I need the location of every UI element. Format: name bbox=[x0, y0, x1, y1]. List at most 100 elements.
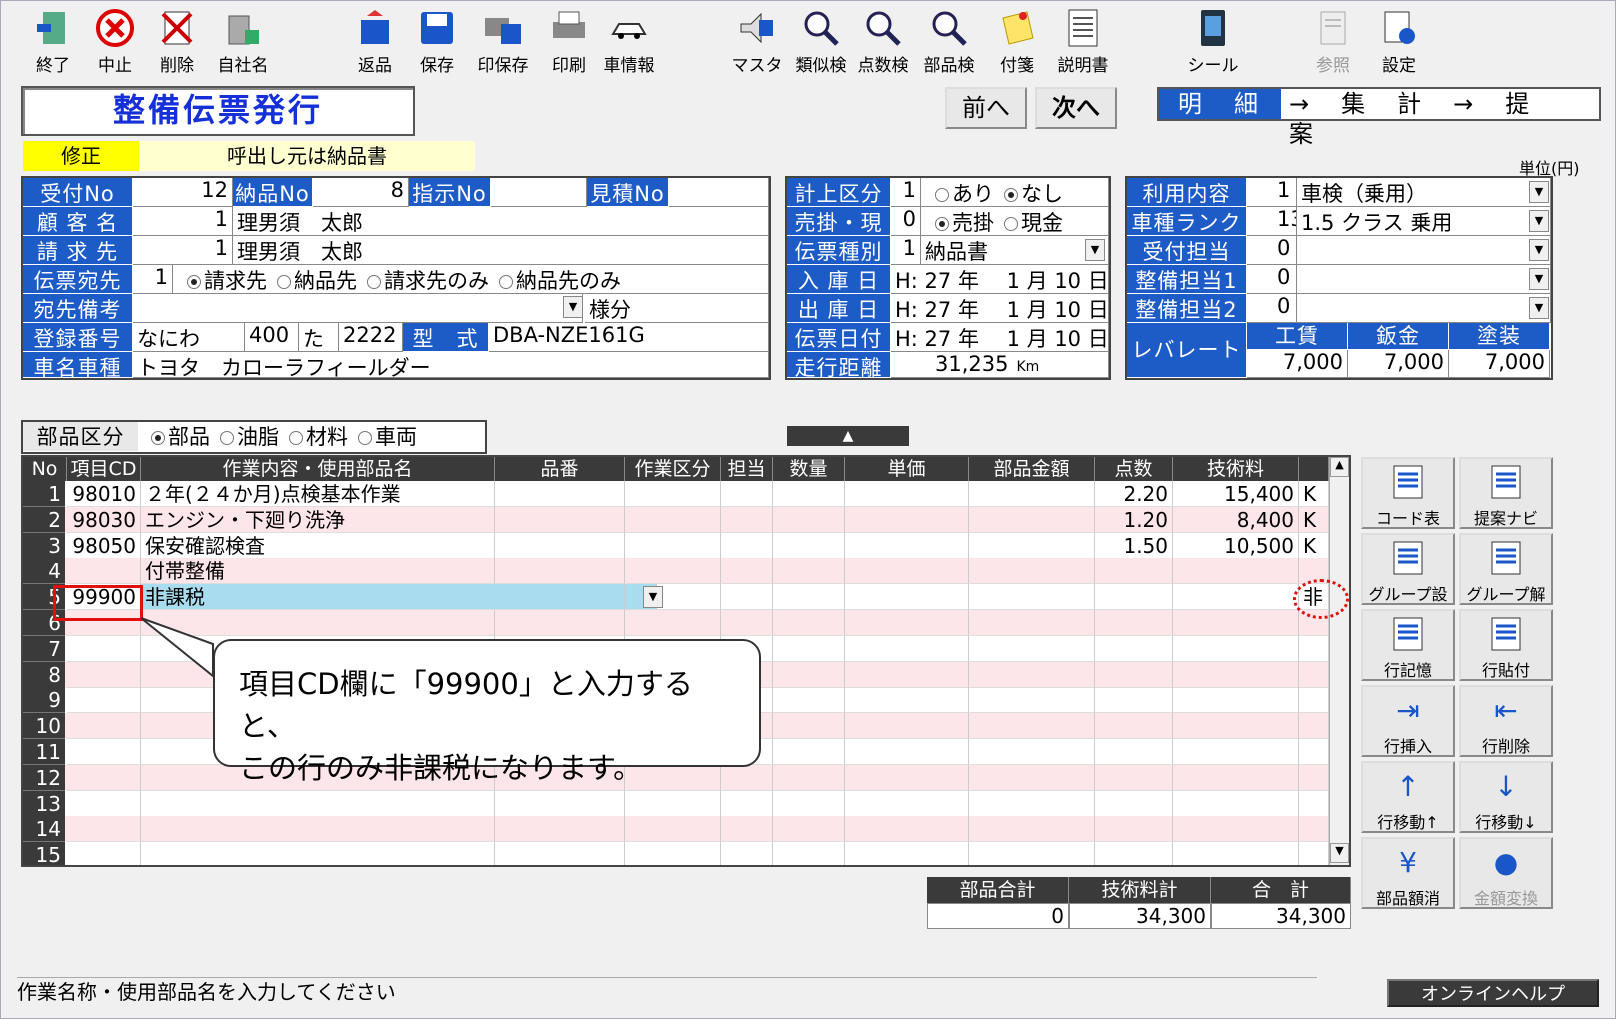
katashiki-field[interactable]: DBA-NZE161G bbox=[489, 323, 769, 352]
nyuko-field[interactable]: H: 27 年 1 月 10 日 bbox=[891, 265, 1109, 294]
cell-empty[interactable] bbox=[773, 558, 845, 585]
seibi2-select[interactable] bbox=[1297, 294, 1551, 323]
cell-cd[interactable] bbox=[67, 739, 141, 765]
cell-cd[interactable] bbox=[67, 790, 141, 817]
cell-empty[interactable] bbox=[495, 842, 625, 865]
shukko-field[interactable]: H: 27 年 1 月 10 日 bbox=[891, 294, 1109, 323]
atesaki-option-1[interactable]: 納品先 bbox=[267, 269, 357, 293]
cell-empty[interactable] bbox=[845, 610, 969, 636]
seikyu-name-field[interactable]: 理男須 太郎 bbox=[233, 236, 769, 265]
cell-empty[interactable] bbox=[773, 739, 845, 765]
cell-empty[interactable] bbox=[495, 584, 625, 611]
shubetsu-field[interactable]: 納品書 bbox=[921, 236, 1109, 265]
parts-option-2[interactable]: 材料 bbox=[279, 425, 348, 449]
cell-empty[interactable] bbox=[773, 713, 845, 740]
cell-k[interactable] bbox=[1299, 635, 1329, 662]
cell-pts[interactable] bbox=[1095, 816, 1173, 843]
table-row[interactable]: 14 bbox=[23, 816, 1329, 843]
toolbar-cancel-button[interactable]: 中止 bbox=[83, 5, 147, 79]
cell-empty[interactable] bbox=[969, 661, 1095, 688]
cell-k[interactable] bbox=[1299, 713, 1329, 740]
cell-pts[interactable] bbox=[1095, 842, 1173, 865]
cell-cd[interactable] bbox=[67, 635, 141, 662]
proposal-navi-button[interactable]: 提案ナビ bbox=[1459, 457, 1553, 529]
toolbar-search-parts-button[interactable]: 部品検 bbox=[917, 5, 981, 79]
cell-fee[interactable] bbox=[1173, 764, 1299, 791]
atesaki-option-0[interactable]: 請求先 bbox=[177, 269, 267, 293]
table-row[interactable]: 15 bbox=[23, 842, 1329, 865]
cell-k[interactable] bbox=[1299, 661, 1329, 688]
cell-empty[interactable] bbox=[969, 635, 1095, 662]
toolbar-reference-button[interactable]: 参照 bbox=[1301, 5, 1365, 79]
dropdown-icon[interactable]: ▼ bbox=[1529, 268, 1549, 290]
cell-pts[interactable] bbox=[1095, 661, 1173, 688]
seibi1-code-field[interactable]: 0 bbox=[1247, 265, 1297, 294]
riyo-code-field[interactable]: 1 bbox=[1247, 178, 1297, 207]
cell-empty[interactable] bbox=[845, 739, 969, 765]
name-dropdown-icon[interactable]: ▼ bbox=[643, 586, 663, 609]
amount-convert-button[interactable]: ● 金額変換 bbox=[1459, 837, 1553, 909]
cell-empty[interactable] bbox=[721, 842, 773, 865]
row-delete-button[interactable]: ⇤ 行削除 bbox=[1459, 685, 1553, 757]
kokyaku-code-field[interactable]: 1 bbox=[133, 207, 233, 236]
seibi1-select[interactable] bbox=[1297, 265, 1551, 294]
cell-empty[interactable] bbox=[721, 790, 773, 817]
cell-pts[interactable] bbox=[1095, 584, 1173, 611]
cell-fee[interactable]: 10,500 bbox=[1173, 532, 1299, 559]
dropdown-icon[interactable]: ▼ bbox=[1529, 239, 1549, 261]
cell-empty[interactable] bbox=[773, 687, 845, 714]
cell-k[interactable] bbox=[1299, 816, 1329, 843]
cell-empty[interactable] bbox=[845, 584, 969, 611]
cell-cd[interactable]: 98050 bbox=[67, 532, 141, 559]
shiji-field[interactable] bbox=[491, 178, 587, 207]
cell-empty[interactable] bbox=[845, 842, 969, 865]
rate-value-field[interactable]: 7,000 bbox=[1449, 350, 1550, 378]
shamei-field[interactable]: トヨタ カローラフィールダー bbox=[133, 352, 769, 378]
row-up-button[interactable]: ↑ 行移動↑ bbox=[1361, 761, 1455, 833]
cell-empty[interactable] bbox=[495, 558, 625, 585]
code-table-button[interactable]: コード表 bbox=[1361, 457, 1455, 529]
rate-value-field[interactable]: 7,000 bbox=[1348, 350, 1449, 378]
cell-empty[interactable] bbox=[845, 481, 969, 507]
cell-empty[interactable] bbox=[721, 558, 773, 585]
cell-fee[interactable] bbox=[1173, 661, 1299, 688]
cell-empty[interactable] bbox=[773, 790, 845, 817]
cell-empty[interactable] bbox=[969, 790, 1095, 817]
cell-empty[interactable] bbox=[721, 532, 773, 559]
cell-fee[interactable] bbox=[1173, 713, 1299, 740]
table-row[interactable]: 4 付帯整備 bbox=[23, 558, 1329, 585]
cell-empty[interactable] bbox=[625, 532, 721, 559]
denpyo-field[interactable]: H: 27 年 1 月 10 日 bbox=[891, 323, 1109, 352]
row-down-button[interactable]: ↓ 行移動↓ bbox=[1459, 761, 1553, 833]
cell-empty[interactable] bbox=[495, 481, 625, 507]
cell-pts[interactable]: 1.20 bbox=[1095, 506, 1173, 533]
cell-empty[interactable] bbox=[625, 842, 721, 865]
cell-empty[interactable] bbox=[721, 584, 773, 611]
keijo-option-0[interactable]: あり bbox=[925, 182, 994, 206]
nohin-field[interactable]: 8 bbox=[313, 178, 409, 207]
scroll-up-icon[interactable]: ▲ bbox=[1330, 457, 1349, 477]
urikake-option-0[interactable]: 売掛 bbox=[925, 211, 994, 235]
prev-button[interactable]: 前へ bbox=[945, 87, 1027, 129]
toolbar-sticky-note-button[interactable]: 付箋 bbox=[985, 5, 1049, 79]
table-row[interactable]: 3 98050 保安確認検査 1.50 10,500 K bbox=[23, 532, 1329, 559]
keijo-code-field[interactable]: 1 bbox=[891, 178, 921, 207]
cell-name[interactable]: 付帯整備 bbox=[141, 558, 495, 585]
toroku-class-field[interactable]: 400 bbox=[245, 323, 299, 352]
step-current[interactable]: 明 細 bbox=[1159, 89, 1281, 119]
parts-option-1[interactable]: 油脂 bbox=[210, 425, 279, 449]
cell-cd[interactable]: 98030 bbox=[67, 506, 141, 533]
cell-empty[interactable] bbox=[773, 506, 845, 533]
cell-empty[interactable] bbox=[773, 764, 845, 791]
cell-k[interactable] bbox=[1299, 739, 1329, 765]
parts-erase-button[interactable]: ¥ 部品額消 bbox=[1361, 837, 1455, 909]
cell-empty[interactable] bbox=[845, 713, 969, 740]
toolbar-return-button[interactable]: 返品 bbox=[343, 5, 407, 79]
toolbar-settings-button[interactable]: 設定 bbox=[1367, 5, 1431, 79]
cell-empty[interactable] bbox=[721, 816, 773, 843]
biko-field[interactable] bbox=[133, 294, 583, 323]
toroku-area-field[interactable]: なにわ bbox=[133, 323, 245, 352]
toroku-number-field[interactable]: 2222 bbox=[339, 323, 403, 352]
cell-empty[interactable] bbox=[625, 506, 721, 533]
cell-fee[interactable]: 15,400 bbox=[1173, 481, 1299, 507]
